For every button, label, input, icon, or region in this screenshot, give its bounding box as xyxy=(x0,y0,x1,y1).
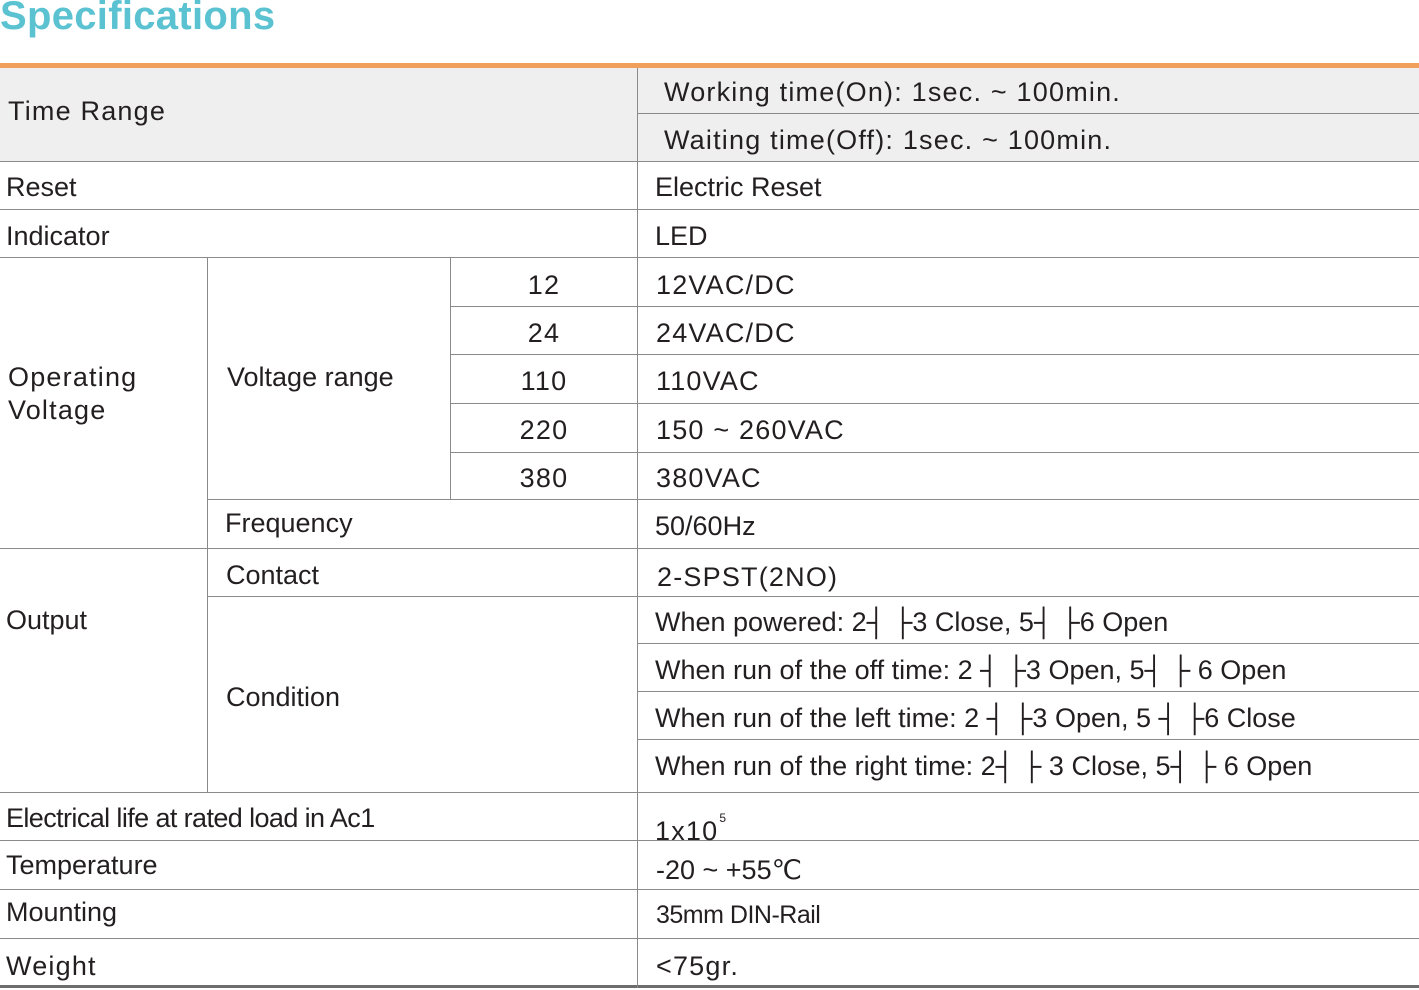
voltage-code: 12 xyxy=(527,270,561,300)
working-time-value: Working time(On): 1sec. ~ 100min. xyxy=(664,77,1122,107)
row-divider xyxy=(451,452,1419,453)
column-divider xyxy=(207,257,208,792)
reset-label: Reset xyxy=(6,172,77,202)
waiting-time-value: Waiting time(Off): 1sec. ~ 100min. xyxy=(664,125,1113,155)
temperature-label: Temperature xyxy=(6,850,158,880)
electrical-life-label: Electrical life at rated load in Ac1 xyxy=(6,803,375,833)
row-divider xyxy=(207,499,1419,500)
voltage-code: 24 xyxy=(527,318,561,348)
frequency-label: Frequency xyxy=(225,508,353,538)
indicator-label: Indicator xyxy=(6,221,110,251)
row-divider xyxy=(638,739,1419,740)
temperature-value: -20 ~ +55℃ xyxy=(656,855,802,885)
voltage-range-label: Voltage range xyxy=(227,362,394,392)
voltage-value: 150 ~ 260VAC xyxy=(656,415,845,445)
table-bottom-rule xyxy=(0,985,1419,988)
voltage-code: 110 xyxy=(520,366,568,396)
contact-value: 2-SPST(2NO) xyxy=(657,562,839,592)
row-divider xyxy=(638,691,1419,692)
operating-voltage-label: Voltage xyxy=(8,395,107,425)
voltage-code: 380 xyxy=(519,463,569,493)
row-divider xyxy=(451,403,1419,404)
electrical-life-value: 1x105 xyxy=(655,802,727,847)
weight-label: Weight xyxy=(6,951,97,981)
row-divider xyxy=(0,792,1419,793)
time-range-label: Time Range xyxy=(8,96,167,126)
frequency-value: 50/60Hz xyxy=(655,511,756,541)
voltage-value: 24VAC/DC xyxy=(656,318,796,348)
condition-value: When powered: 2┤ ├3 Close, 5┤ ├6 Open xyxy=(655,607,1169,637)
row-divider xyxy=(0,257,1419,258)
condition-value: When run of the off time: 2 ┤ ├3 Open, 5… xyxy=(655,655,1287,685)
condition-value: When run of the right time: 2┤ ├ 3 Close… xyxy=(655,751,1313,781)
voltage-code: 220 xyxy=(519,415,569,445)
column-divider xyxy=(637,68,638,988)
operating-voltage-label: Operating xyxy=(8,362,138,392)
row-divider xyxy=(451,306,1419,307)
mounting-label: Mounting xyxy=(6,897,118,927)
row-divider xyxy=(638,113,1419,114)
mounting-value: 35mm DIN-Rail xyxy=(656,901,821,929)
row-divider xyxy=(0,889,1419,890)
row-divider xyxy=(207,596,1419,597)
electrical-life-exponent: 5 xyxy=(719,811,728,825)
weight-value: <75gr. xyxy=(656,951,740,981)
row-divider xyxy=(0,161,1419,162)
row-divider xyxy=(0,548,1419,549)
row-divider xyxy=(0,938,1419,939)
page-title: Specifications xyxy=(0,0,276,38)
voltage-value: 110VAC xyxy=(656,366,760,396)
contact-label: Contact xyxy=(226,560,320,590)
voltage-value: 380VAC xyxy=(656,463,762,493)
row-divider xyxy=(0,209,1419,210)
condition-value: When run of the left time: 2 ┤ ├3 Open, … xyxy=(655,703,1296,733)
electrical-life-mantissa: 1x10 xyxy=(655,816,719,846)
output-label: Output xyxy=(6,605,88,635)
voltage-value: 12VAC/DC xyxy=(656,270,796,300)
row-divider xyxy=(451,354,1419,355)
row-divider xyxy=(638,643,1419,644)
condition-label: Condition xyxy=(226,682,341,712)
reset-value: Electric Reset xyxy=(655,172,822,202)
indicator-value: LED xyxy=(655,221,708,251)
